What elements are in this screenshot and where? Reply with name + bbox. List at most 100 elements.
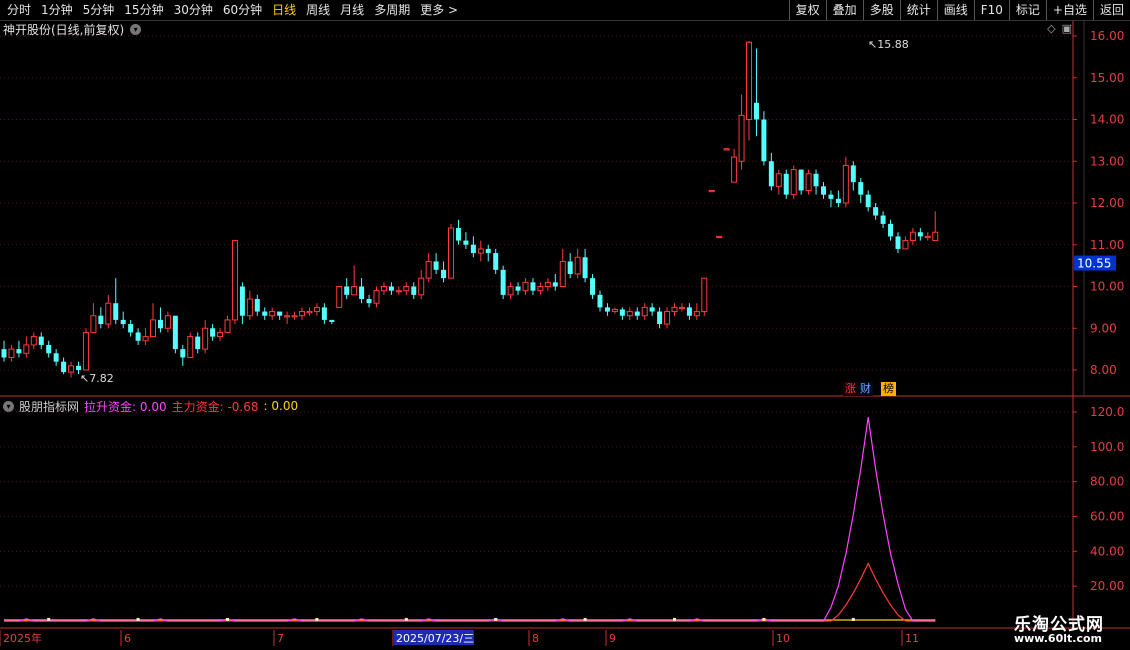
candle-body — [76, 365, 81, 370]
indicator-marker — [315, 617, 319, 621]
candle-body — [82, 331, 89, 371]
price-tick-label: 9.00 — [1090, 321, 1117, 335]
candle-body — [90, 315, 97, 333]
candle-body — [559, 260, 566, 288]
candle-body — [98, 315, 104, 325]
candle-body — [172, 315, 178, 350]
price-tick-label: 13.00 — [1090, 154, 1124, 168]
badge-rank[interactable]: 榜 — [881, 382, 896, 396]
candle-body — [850, 165, 856, 183]
candle-body — [597, 294, 603, 308]
candle-body — [239, 286, 245, 316]
candle-series — [1, 41, 939, 378]
candle-body — [217, 331, 224, 338]
candle-body — [299, 311, 305, 317]
candle-body — [761, 119, 767, 162]
candle-body — [671, 306, 678, 313]
candle-body — [187, 336, 194, 358]
indicator-tick-label: 100.0 — [1090, 440, 1124, 454]
candle-body — [649, 307, 655, 312]
candle-body — [611, 308, 618, 313]
date-label: 2025/07/23/三 — [396, 632, 474, 645]
candle-body — [128, 324, 134, 333]
candle-body — [224, 319, 231, 333]
indicator-marker — [226, 617, 229, 621]
candle-body — [798, 169, 804, 191]
candle-body — [716, 235, 723, 239]
indicator-tick-label: 20.00 — [1090, 579, 1124, 593]
high-price-value: 15.88 — [877, 38, 909, 51]
candle-body — [693, 311, 700, 317]
candle-body — [366, 299, 372, 304]
kline-chart[interactable]: 16.00 15.00 14.00 13.00 12.00 11.00 10.00 9.00 8… — [0, 0, 1130, 650]
candle-body — [731, 156, 738, 183]
candle-body — [321, 307, 327, 320]
candle-body — [657, 311, 663, 325]
indicator-marker — [583, 617, 587, 621]
candle-body — [723, 148, 730, 151]
candle-body — [738, 114, 745, 162]
candle-body — [16, 349, 22, 354]
candle-body — [418, 277, 425, 296]
badge-rise[interactable]: 涨 — [843, 382, 858, 396]
candle-body — [411, 286, 417, 295]
candle-body — [917, 232, 923, 237]
candle-body — [336, 286, 343, 308]
candle-body — [30, 336, 37, 346]
candle-body — [865, 194, 871, 208]
date-label: 6 — [124, 632, 131, 645]
candle-body — [8, 348, 15, 358]
candle-body — [46, 344, 52, 354]
candle-body — [708, 189, 715, 193]
indicator-tick-label: 60.00 — [1090, 510, 1124, 524]
candle-body — [567, 261, 573, 274]
candle-body — [157, 319, 163, 329]
badge-finance[interactable]: 财 — [858, 382, 873, 396]
candle-body — [277, 311, 283, 316]
indicator-series — [4, 417, 936, 622]
candle-body — [313, 306, 320, 313]
date-label: 8 — [532, 632, 539, 645]
candle-body — [269, 311, 276, 317]
candle-body — [522, 281, 529, 292]
candle-body — [344, 286, 350, 295]
candle-body — [284, 315, 291, 318]
candle-body — [775, 173, 782, 187]
date-label: 11 — [905, 632, 919, 645]
candle-body — [388, 286, 394, 291]
candle-body — [530, 282, 536, 291]
indicator-marker — [762, 617, 766, 621]
candle-body — [626, 311, 633, 317]
candle-body — [902, 240, 909, 250]
candle-body — [441, 269, 447, 279]
date-label: 7 — [277, 632, 284, 645]
candle-body — [485, 248, 491, 254]
indicator-tick-label: 40.00 — [1090, 544, 1124, 558]
candle-body — [895, 236, 901, 249]
price-tick-label: 8.00 — [1090, 363, 1117, 377]
indicator-tick-label: 80.00 — [1090, 475, 1124, 489]
indicator-tick-label: 120.0 — [1090, 405, 1124, 419]
candle-body — [23, 344, 30, 354]
date-label: 10 — [776, 632, 790, 645]
candle-body — [932, 231, 939, 242]
candle-body — [813, 173, 819, 187]
candle-body — [403, 286, 410, 292]
candle-body — [120, 319, 126, 325]
candle-body — [924, 235, 931, 239]
candle-body — [701, 277, 708, 313]
candle-body — [329, 319, 335, 322]
indicator-marker — [494, 617, 498, 621]
candle-body — [641, 306, 648, 317]
price-tick-label: 15.00 — [1090, 71, 1124, 85]
price-tick-label: 14.00 — [1090, 113, 1124, 127]
candle-body — [507, 286, 514, 296]
indicator-marker — [851, 617, 855, 621]
candle-body — [105, 302, 112, 325]
indicator-marker — [136, 617, 140, 621]
price-tick-label: 12.00 — [1090, 196, 1124, 210]
candle-body — [448, 227, 454, 279]
candle-body — [351, 286, 358, 296]
candle-body — [604, 307, 610, 312]
candle-body — [433, 261, 439, 270]
